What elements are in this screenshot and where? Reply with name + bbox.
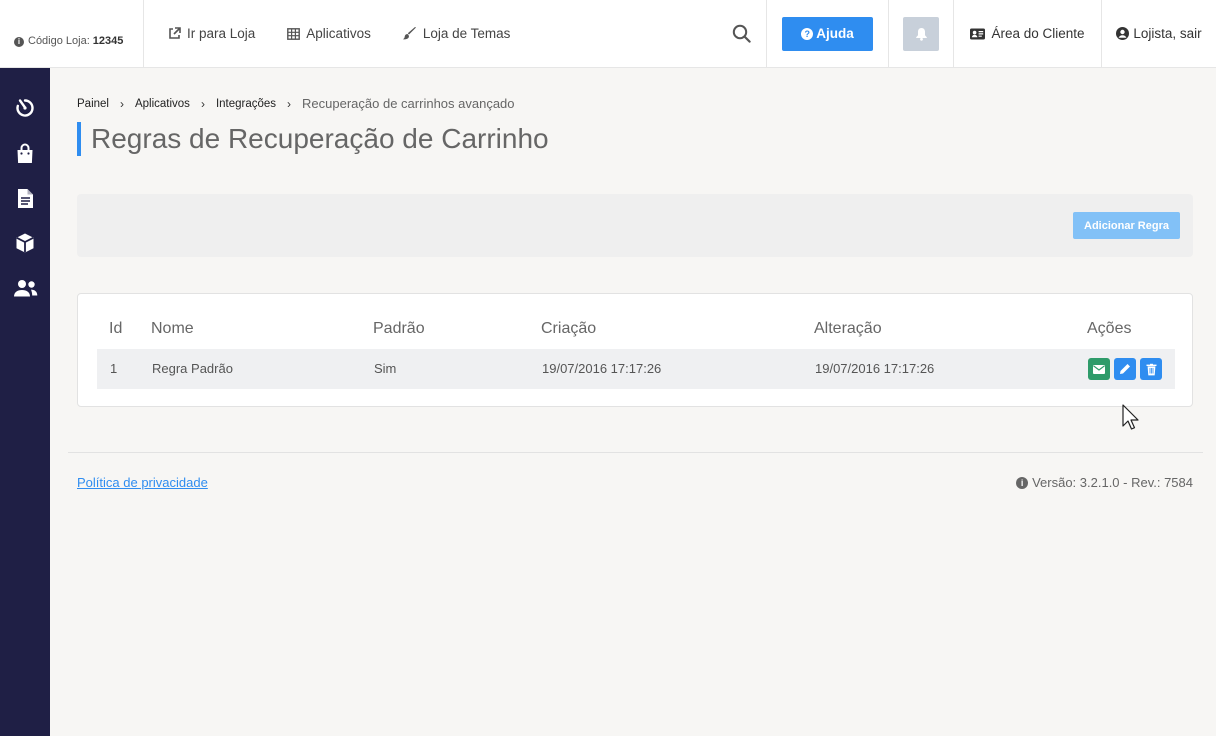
sidebar [0,68,50,736]
dashboard-timer-icon [16,99,34,117]
column-header-id: Id [109,320,123,337]
notifications-cell [889,0,954,67]
search-icon [732,24,751,43]
nav-apps-label: Aplicativos [306,26,371,41]
store-code: i Código Loja: 12345 [0,0,144,67]
question-icon: ? [801,27,814,40]
cell-default: Sim [374,361,397,376]
users-icon [13,279,37,296]
nav-go-to-store-label: Ir para Loja [187,26,256,41]
bell-icon [915,27,927,41]
sidebar-item-products[interactable] [0,228,50,258]
grid-icon [287,27,301,40]
nav-go-to-store[interactable]: Ir para Loja [168,26,255,41]
user-circle-icon [1116,27,1130,40]
client-area-label: Área do Cliente [991,26,1085,41]
external-link-icon [169,27,181,39]
cell-name: Regra Padrão [152,361,233,376]
id-card-icon [970,28,986,39]
nav-theme-store-label: Loja de Temas [422,26,511,41]
chevron-right-icon: › [119,96,124,111]
page-title: Regras de Recuperação de Carrinho [77,122,549,156]
brush-icon [402,27,416,40]
privacy-policy-link[interactable]: Política de privacidade [77,475,208,490]
mouse-cursor-icon [1122,404,1139,430]
trash-icon [1146,363,1156,375]
sidebar-item-customers[interactable] [0,273,50,303]
info-icon: i [14,37,24,47]
breadcrumb-panel[interactable]: Painel [77,98,109,110]
help-button[interactable]: ? Ajuda [782,16,873,51]
nav-apps[interactable]: Aplicativos [287,26,371,41]
info-icon: i [1016,476,1029,489]
nav-theme-store[interactable]: Loja de Temas [402,26,511,41]
column-header-updated: Alteração [814,320,882,337]
user-logout-link[interactable]: Lojista, sair [1102,0,1216,67]
breadcrumb-current: Recuperação de carrinhos avançado [302,96,515,111]
user-label: Lojista, sair [1133,26,1202,41]
client-area-link[interactable]: Área do Cliente [954,0,1102,67]
pencil-icon [1120,364,1130,374]
shopping-bag-icon [17,143,33,163]
document-icon [17,188,33,208]
store-code-value: 12345 [92,35,124,47]
chevron-right-icon: › [287,96,292,111]
top-bar: i Código Loja: 12345 Ir para Loja Aplica… [0,0,1216,68]
footer-divider [68,452,1203,453]
cell-updated: 19/07/2016 17:17:26 [815,361,935,376]
sidebar-item-orders[interactable] [0,139,50,169]
column-header-created: Criação [541,320,597,337]
version-text: Versão: 3.2.1.0 - Rev.: 7584 [1032,475,1193,490]
version-info: i Versão: 3.2.1.0 - Rev.: 7584 [1016,475,1193,490]
table-row: 1 Regra Padrão Sim 19/07/2016 17:17:26 1… [97,349,1175,389]
breadcrumb-apps[interactable]: Aplicativos [135,98,190,110]
add-rule-button[interactable]: Adicionar Regra [1073,212,1180,239]
sidebar-item-dashboard[interactable] [0,93,50,123]
column-header-actions: Ações [1087,320,1132,337]
email-button[interactable] [1088,358,1110,380]
chevron-right-icon: › [200,96,205,111]
box-icon [16,233,34,253]
rules-table: Id Nome Padrão Criação Alteração Ações 1… [77,293,1193,407]
sidebar-item-pages[interactable] [0,183,50,213]
store-code-label: Código Loja: [28,35,90,47]
action-bar: Adicionar Regra [77,194,1193,257]
column-header-name: Nome [151,320,194,337]
cell-created: 19/07/2016 17:17:26 [542,361,662,376]
column-header-default: Padrão [373,320,425,337]
cell-id: 1 [110,361,118,376]
breadcrumb: Painel › Aplicativos › Integrações › Rec… [77,96,515,111]
breadcrumb-integrations[interactable]: Integrações [216,98,276,110]
search-button[interactable] [717,0,767,67]
delete-button[interactable] [1140,358,1162,380]
help-cell: ? Ajuda [767,0,889,67]
help-button-label: Ajuda [816,26,854,41]
notifications-button[interactable] [903,16,939,51]
edit-button[interactable] [1114,358,1136,380]
envelope-icon [1093,364,1105,374]
top-nav: Ir para Loja Aplicativos Loja de Temas [144,0,717,67]
